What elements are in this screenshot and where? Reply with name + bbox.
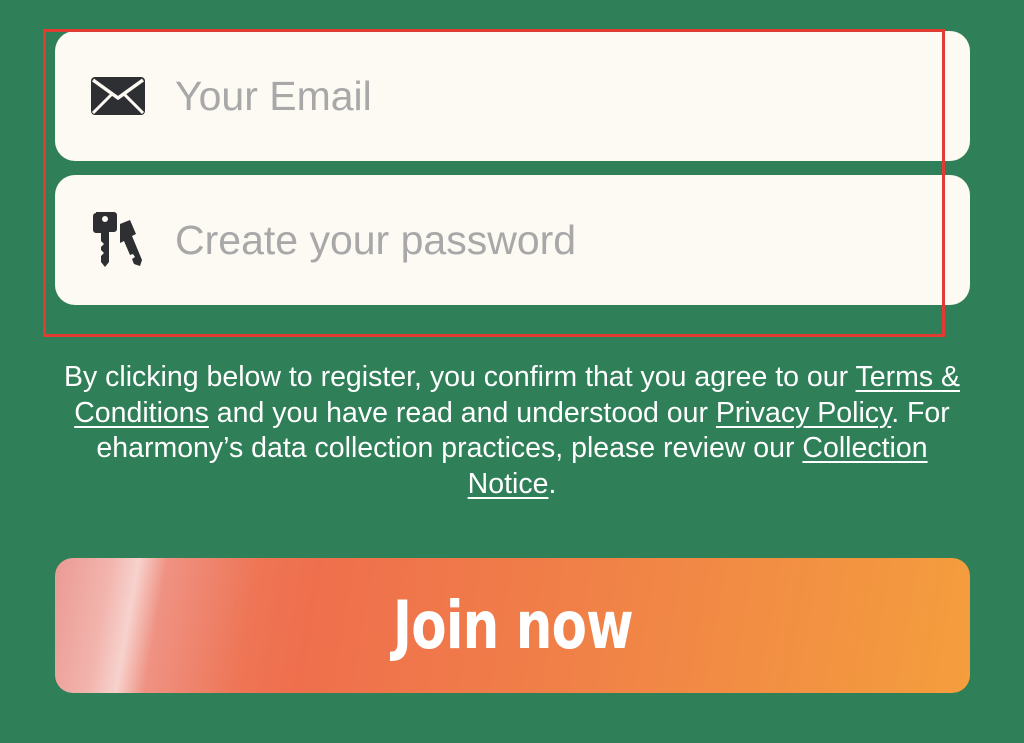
legal-disclaimer: By clicking below to register, you confi… xyxy=(50,360,974,502)
keys-icon xyxy=(89,211,147,269)
join-now-label: Join now xyxy=(392,587,633,664)
envelope-icon xyxy=(89,67,147,125)
join-now-button[interactable]: Join now xyxy=(55,558,970,693)
legal-end: . xyxy=(548,467,557,500)
email-input[interactable] xyxy=(175,31,935,161)
legal-intro: By clicking below to register, you confi… xyxy=(63,361,856,393)
password-field[interactable] xyxy=(55,175,970,305)
privacy-link[interactable]: Privacy Policy xyxy=(716,397,891,429)
password-input[interactable] xyxy=(175,175,935,305)
email-field[interactable] xyxy=(55,31,970,161)
legal-middle: and you have read and understood our xyxy=(208,396,716,429)
